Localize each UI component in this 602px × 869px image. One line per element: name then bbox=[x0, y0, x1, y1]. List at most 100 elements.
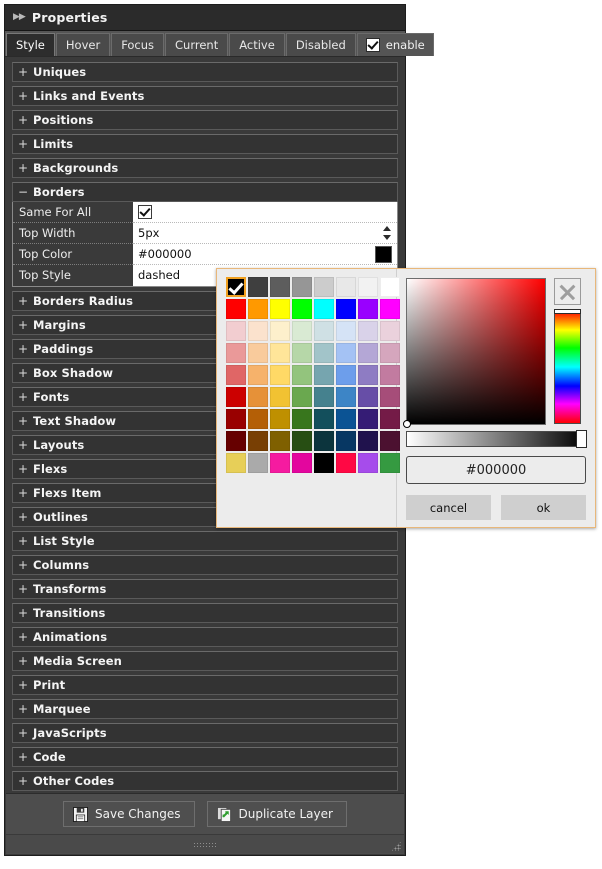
color-swatch[interactable] bbox=[292, 343, 312, 363]
color-swatch[interactable] bbox=[248, 321, 268, 341]
color-swatch[interactable] bbox=[358, 431, 378, 451]
color-swatch[interactable] bbox=[292, 453, 312, 473]
color-swatch[interactable] bbox=[336, 409, 356, 429]
section-other-codes[interactable]: + Other Codes bbox=[12, 771, 398, 791]
color-swatch[interactable] bbox=[226, 321, 246, 341]
color-swatch[interactable] bbox=[292, 409, 312, 429]
color-swatch[interactable] bbox=[314, 277, 334, 297]
color-swatch[interactable] bbox=[358, 409, 378, 429]
top-width-input[interactable]: 5px bbox=[138, 223, 159, 244]
tab-active[interactable]: Active bbox=[229, 33, 285, 56]
field-value[interactable] bbox=[133, 202, 397, 223]
close-x-icon[interactable] bbox=[553, 278, 581, 305]
section-list-style[interactable]: + List Style bbox=[12, 531, 398, 551]
color-swatch[interactable] bbox=[292, 277, 312, 297]
section-backgrounds[interactable]: + Backgrounds bbox=[12, 158, 398, 178]
color-swatch[interactable] bbox=[226, 365, 246, 385]
color-swatch[interactable] bbox=[336, 343, 356, 363]
color-swatch[interactable] bbox=[248, 299, 268, 319]
resize-corner-icon[interactable] bbox=[391, 841, 401, 851]
color-swatch[interactable] bbox=[226, 431, 246, 451]
hue-slider-handle[interactable] bbox=[553, 309, 581, 314]
color-swatch[interactable] bbox=[314, 431, 334, 451]
brightness-slider-handle[interactable] bbox=[576, 430, 587, 448]
brightness-slider[interactable] bbox=[406, 430, 587, 448]
cancel-button[interactable]: cancel bbox=[406, 495, 491, 520]
color-swatch[interactable] bbox=[336, 431, 356, 451]
section-transforms[interactable]: + Transforms bbox=[12, 579, 398, 599]
color-swatch[interactable] bbox=[358, 453, 378, 473]
ok-button[interactable]: ok bbox=[501, 495, 586, 520]
color-swatch[interactable] bbox=[248, 365, 268, 385]
tab-current[interactable]: Current bbox=[165, 33, 229, 56]
color-swatch[interactable] bbox=[270, 299, 290, 319]
enable-toggle[interactable]: enable bbox=[356, 33, 434, 56]
color-swatch[interactable] bbox=[226, 343, 246, 363]
section-positions[interactable]: + Positions bbox=[12, 110, 398, 130]
color-swatch[interactable] bbox=[248, 343, 268, 363]
color-swatch[interactable] bbox=[270, 409, 290, 429]
color-swatch[interactable] bbox=[314, 299, 334, 319]
color-swatch[interactable] bbox=[314, 365, 334, 385]
color-swatch[interactable] bbox=[292, 387, 312, 407]
double-right-arrow-icon[interactable]: ▶▶ bbox=[13, 13, 26, 22]
tab-focus[interactable]: Focus bbox=[111, 33, 165, 56]
top-color-input[interactable]: #000000 bbox=[138, 244, 192, 265]
color-swatch[interactable] bbox=[292, 321, 312, 341]
section-code[interactable]: + Code bbox=[12, 747, 398, 767]
field-value[interactable]: #000000 bbox=[133, 244, 397, 265]
color-swatch[interactable] bbox=[270, 387, 290, 407]
color-swatch[interactable] bbox=[226, 299, 246, 319]
duplicate-layer-button[interactable]: Duplicate Layer bbox=[206, 801, 347, 827]
color-swatch[interactable] bbox=[248, 453, 268, 473]
color-swatch[interactable] bbox=[358, 321, 378, 341]
section-transitions[interactable]: + Transitions bbox=[12, 603, 398, 623]
color-swatch[interactable] bbox=[292, 299, 312, 319]
color-swatch[interactable] bbox=[226, 277, 246, 297]
tab-style[interactable]: Style bbox=[6, 33, 55, 56]
color-swatch[interactable] bbox=[248, 409, 268, 429]
top-style-input[interactable]: dashed bbox=[138, 265, 180, 286]
color-swatch[interactable] bbox=[336, 387, 356, 407]
spinner-updown-icon[interactable] bbox=[382, 226, 391, 240]
section-javascripts[interactable]: + JavaScripts bbox=[12, 723, 398, 743]
color-swatch[interactable] bbox=[270, 365, 290, 385]
color-swatch[interactable] bbox=[226, 453, 246, 473]
color-swatch[interactable] bbox=[358, 343, 378, 363]
color-swatch[interactable] bbox=[336, 365, 356, 385]
tab-disabled[interactable]: Disabled bbox=[285, 33, 356, 56]
section-media-screen[interactable]: + Media Screen bbox=[12, 651, 398, 671]
section-columns[interactable]: + Columns bbox=[12, 555, 398, 575]
section-uniques[interactable]: + Uniques bbox=[12, 62, 398, 82]
section-limits[interactable]: + Limits bbox=[12, 134, 398, 154]
color-swatch[interactable] bbox=[358, 387, 378, 407]
tab-hover[interactable]: Hover bbox=[55, 33, 111, 56]
field-value[interactable]: 5px bbox=[133, 223, 397, 244]
color-swatch[interactable] bbox=[314, 321, 334, 341]
section-marquee[interactable]: + Marquee bbox=[12, 699, 398, 719]
section-borders[interactable]: − Borders bbox=[12, 182, 398, 202]
color-swatch[interactable] bbox=[314, 343, 334, 363]
color-swatch[interactable] bbox=[292, 431, 312, 451]
color-swatch[interactable] bbox=[314, 453, 334, 473]
color-swatch[interactable] bbox=[358, 277, 378, 297]
color-swatch[interactable] bbox=[270, 321, 290, 341]
color-swatch[interactable] bbox=[226, 387, 246, 407]
color-swatch[interactable] bbox=[336, 321, 356, 341]
sv-selector-handle[interactable] bbox=[403, 420, 411, 428]
top-color-swatch-button[interactable] bbox=[375, 245, 392, 263]
color-swatch[interactable] bbox=[248, 431, 268, 451]
color-swatch[interactable] bbox=[248, 387, 268, 407]
section-animations[interactable]: + Animations bbox=[12, 627, 398, 647]
color-swatch[interactable] bbox=[336, 277, 356, 297]
color-swatch[interactable] bbox=[270, 277, 290, 297]
same-for-all-checkbox[interactable] bbox=[138, 205, 152, 219]
color-swatch[interactable] bbox=[314, 387, 334, 407]
enable-checkbox[interactable] bbox=[365, 38, 380, 52]
color-swatch[interactable] bbox=[270, 431, 290, 451]
color-swatch[interactable] bbox=[226, 409, 246, 429]
color-swatch[interactable] bbox=[270, 453, 290, 473]
hue-slider[interactable] bbox=[553, 309, 581, 424]
color-swatch[interactable] bbox=[270, 343, 290, 363]
section-print[interactable]: + Print bbox=[12, 675, 398, 695]
